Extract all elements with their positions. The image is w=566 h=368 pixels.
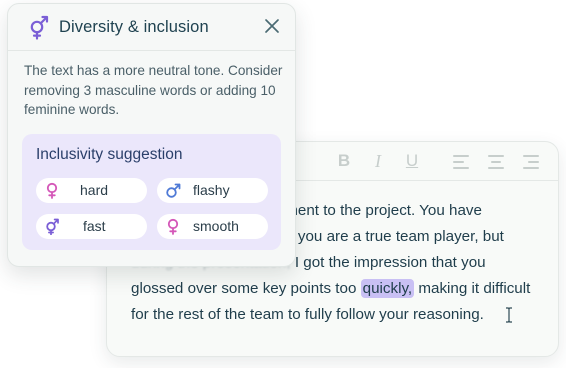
suggestion-title: Inclusivity suggestion <box>36 146 183 163</box>
text-cursor-icon <box>506 307 512 323</box>
text-line-4-before: glossed over some key points too <box>131 280 361 297</box>
gender-neutral-icon <box>30 15 49 40</box>
text-line-4-after: making it difficult <box>414 280 531 297</box>
bold-button[interactable]: B <box>334 151 354 171</box>
chip-label: flashy <box>193 182 230 198</box>
highlighted-word[interactable]: quickly, <box>360 279 415 298</box>
inclusivity-suggestion-card: Inclusivity suggestion hard flashy fast <box>22 134 281 250</box>
suggestion-chip-fast[interactable]: fast <box>36 214 147 239</box>
underline-button[interactable]: U <box>402 151 422 171</box>
text-line-5: for the rest of the team to fully follow… <box>131 306 484 323</box>
align-left-icon[interactable] <box>453 155 469 169</box>
close-icon[interactable] <box>263 17 281 35</box>
gender-neutral-icon <box>46 218 59 235</box>
suggestion-chip-smooth[interactable]: smooth <box>157 214 268 239</box>
female-icon <box>46 182 58 199</box>
suggestion-chip-hard[interactable]: hard <box>36 178 147 203</box>
chip-label: hard <box>80 182 109 198</box>
female-icon <box>167 218 179 235</box>
chip-label: smooth <box>193 218 239 234</box>
align-right-icon[interactable] <box>523 155 539 169</box>
italic-button[interactable]: I <box>368 151 388 171</box>
chip-label: fast <box>83 218 106 234</box>
panel-description: The text has a more neutral tone. Consid… <box>24 63 283 117</box>
male-icon <box>166 183 181 198</box>
suggestion-chip-flashy[interactable]: flashy <box>157 178 268 203</box>
text-line-3-visible: I got the impression that you <box>290 254 486 271</box>
align-center-icon[interactable] <box>488 155 504 169</box>
diversity-inclusion-panel: Diversity & inclusion The text has a mor… <box>7 3 296 267</box>
panel-title: Diversity & inclusion <box>59 18 209 36</box>
text-line-4: glossed over some key points too quickly… <box>131 276 551 302</box>
panel-header: Diversity & inclusion <box>8 4 295 51</box>
